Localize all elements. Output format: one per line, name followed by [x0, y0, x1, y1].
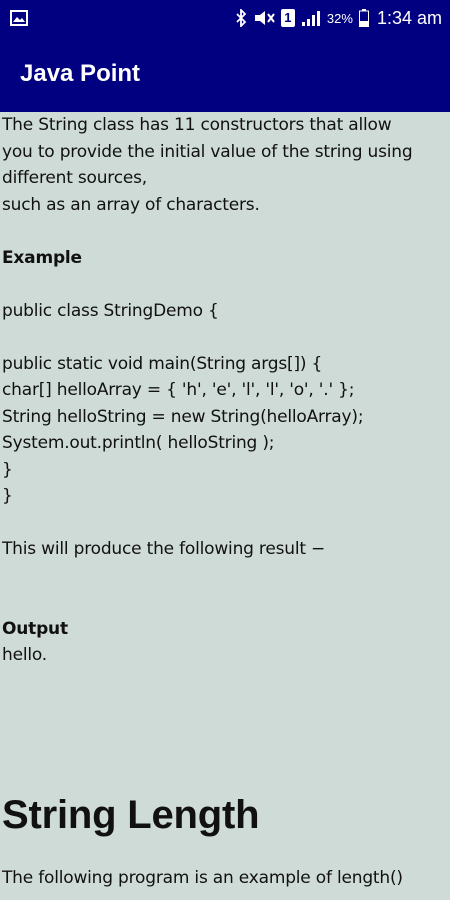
code-line: System.out.println( helloString ); [2, 433, 275, 453]
intro-line: different sources, [2, 168, 147, 188]
code-line: } [2, 459, 13, 480]
intro-paragraph: The String class has 11 constructors tha… [2, 112, 448, 218]
code-line: } [2, 486, 13, 506]
signal-icon [301, 9, 321, 27]
status-bar-right: 1 32% 1:34 am [235, 8, 442, 29]
code-line: char[] helloArray = { 'h', 'e', 'l', 'l'… [2, 380, 355, 400]
battery-icon [358, 9, 369, 27]
output-value: hello. [2, 645, 47, 665]
status-bar-left [10, 10, 28, 26]
section-heading: String Length [2, 792, 260, 837]
sim-label: 1 [284, 10, 292, 25]
status-time: 1:34 am [376, 7, 442, 28]
next-paragraph: The following program is an example of l… [2, 867, 403, 888]
app-bar: Java Point [0, 36, 450, 112]
status-bar: 1 32% 1:34 am [0, 0, 450, 36]
gallery-icon [10, 10, 28, 26]
code-line: String helloString = new String(helloArr… [2, 406, 364, 427]
intro-line: you to provide the initial value of the … [2, 141, 413, 162]
mute-icon [253, 9, 275, 27]
bluetooth-icon [235, 9, 247, 27]
code-line: public class StringDemo { [2, 300, 219, 321]
intro-line: The String class has 11 constructors tha… [2, 115, 392, 135]
example-label: Example [2, 247, 82, 268]
intro-line: such as an array of characters. [2, 194, 260, 215]
code-block: public class StringDemo { public static … [2, 298, 448, 510]
battery-percent: 32% [326, 10, 353, 26]
result-text: This will produce the following result − [2, 539, 326, 559]
content-scroll-area[interactable]: The String class has 11 constructors tha… [0, 112, 450, 900]
sim-icon: 1 [280, 9, 295, 27]
app-title: Java Point [20, 60, 141, 87]
code-line: public static void main(String args[]) { [2, 353, 323, 374]
output-label: Output [2, 618, 68, 639]
